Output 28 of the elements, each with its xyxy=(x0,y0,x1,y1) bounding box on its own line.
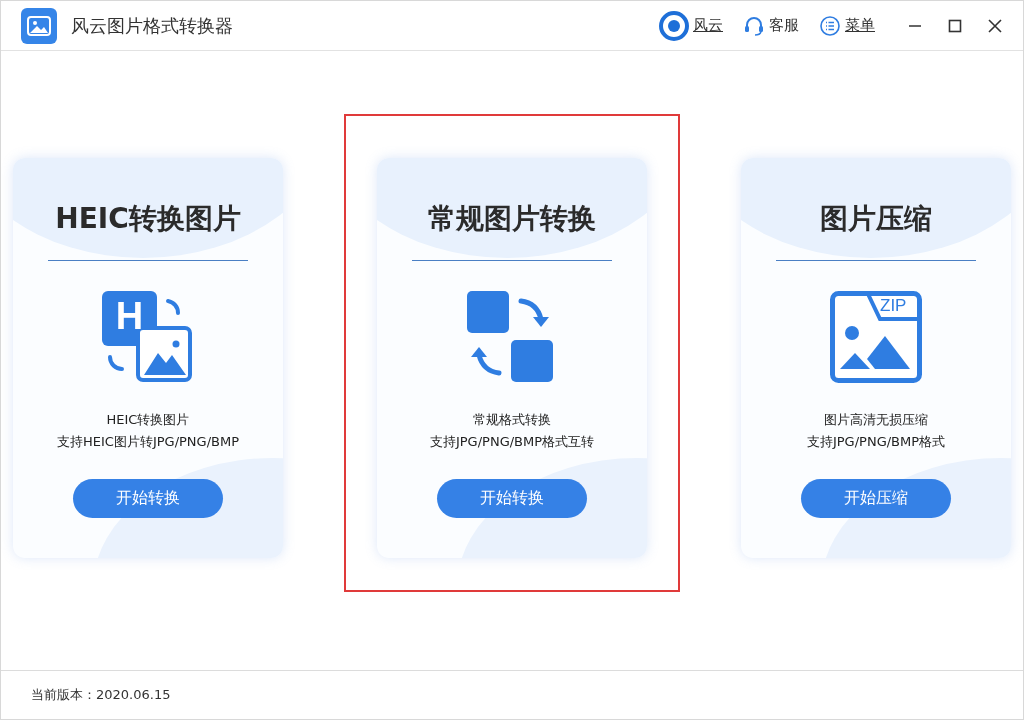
feature-card[interactable]: 常规图片转换 常规格式转换 支持JPG/PNG/BMP格式互转 开始转换 xyxy=(377,157,647,558)
headset-icon xyxy=(743,14,765,37)
window-title: 风云图片格式转换器 xyxy=(71,13,233,38)
start-button[interactable]: 开始转换 xyxy=(73,478,223,518)
start-button[interactable]: 开始转换 xyxy=(437,478,587,518)
card-description: 支持JPG/PNG/BMP格式 xyxy=(806,432,946,451)
card-description: 支持HEIC图片转JPG/PNG/BMP xyxy=(57,432,239,451)
feature-card[interactable]: 图片压缩 ZIP 图片高清无损压缩 支持JPG/PNG/BMP格式 开始压缩 xyxy=(741,157,1011,558)
version-text: 当前版本：2020.06.15 xyxy=(31,686,171,704)
card-title: HEIC转换图片 xyxy=(55,200,241,237)
zip-image-icon: ZIP xyxy=(830,290,922,383)
card-description: 图片高清无损压缩 xyxy=(823,410,929,429)
app-logo-icon xyxy=(21,7,57,44)
menu-link[interactable]: 菜单 xyxy=(819,14,875,37)
start-button[interactable]: 开始压缩 xyxy=(801,478,951,518)
menu-icon xyxy=(819,14,841,37)
card-description: 常规格式转换 xyxy=(472,410,552,429)
card-description: HEIC转换图片 xyxy=(105,410,191,429)
card-title: 图片压缩 xyxy=(820,200,932,237)
card-description: 支持JPG/PNG/BMP格式互转 xyxy=(429,432,595,451)
card-title: 常规图片转换 xyxy=(428,200,596,237)
maximize-icon xyxy=(948,18,962,33)
brand-link[interactable]: 风云 xyxy=(659,10,723,41)
customer-service-link[interactable]: 客服 xyxy=(743,14,799,37)
close-icon xyxy=(987,17,1003,34)
minimize-icon xyxy=(909,24,921,27)
feature-card[interactable]: HEIC转换图片 H HEIC转换图片 支持HEIC图片转JPG/PNG/BMP 开始转换 xyxy=(13,157,283,558)
ring-logo-icon xyxy=(659,10,689,41)
